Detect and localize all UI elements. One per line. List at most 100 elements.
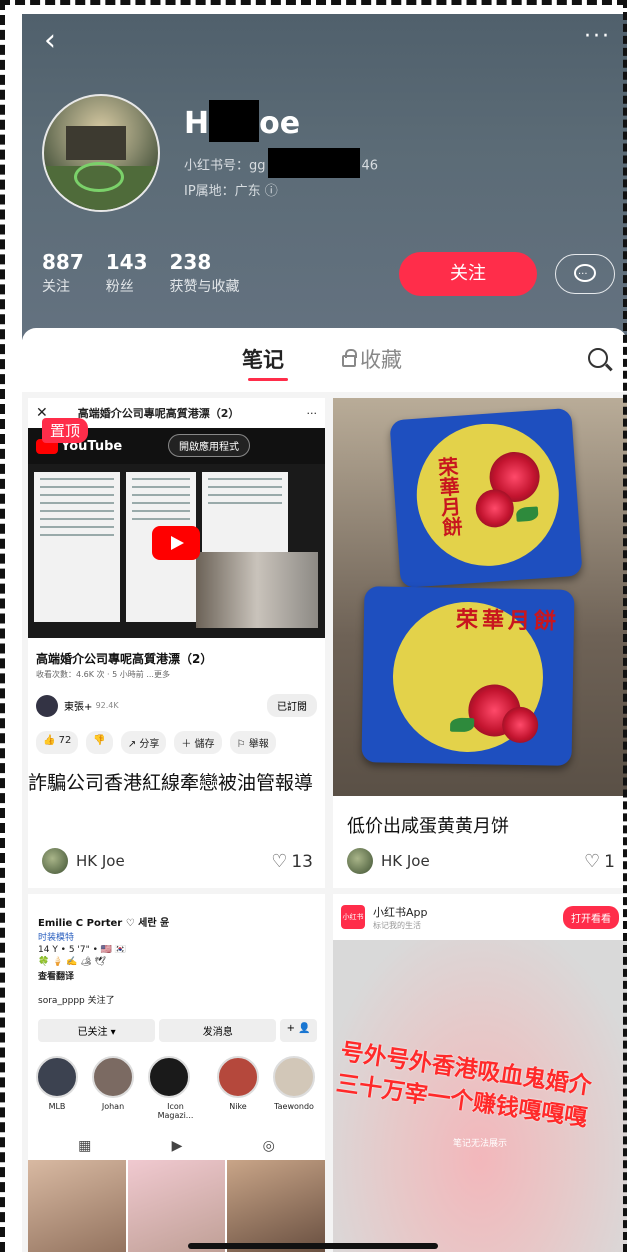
note-title: 詐騙公司香港紅線牽戀被油管報導 (28, 772, 314, 794)
stat-number: 238 (169, 250, 212, 274)
yt-video-title: 高端婚介公司專呢高質港漂（2） (36, 652, 213, 666)
document-screenshot (202, 472, 288, 552)
ad-app-info: 小红书App 标记我的生活 (373, 904, 428, 931)
ad-app-name: 小红书App (373, 905, 428, 919)
note-card-ad[interactable]: 小红书 小红书App 标记我的生活 打开看看 号外号外香港吸血鬼婚介 三十万宰一… (333, 894, 627, 1252)
profile-stats: 887 关注 143 粉丝 238 获赞与收藏 (42, 250, 262, 296)
mooncake-photo: 荣華月餅 荣華月餅 (333, 398, 627, 796)
note-title: 低价出咸蛋黄黄月饼 (347, 816, 509, 837)
author-avatar[interactable] (42, 848, 68, 874)
note-card-mooncake[interactable]: 荣華月餅 荣華月餅 低价出咸蛋黄黄月饼 HK Joe ♡ 1 (333, 398, 627, 888)
yt-report: ⚐ 舉報 (229, 731, 276, 754)
avatar-house (66, 126, 126, 160)
ig-profile-name: Emilie C Porter ♡ 세란 윤 (38, 918, 170, 929)
yt-dislike: 👎 (86, 731, 113, 754)
tab-notes[interactable]: 笔记 (242, 344, 284, 374)
author-avatar[interactable] (347, 848, 373, 874)
channel-avatar (36, 694, 58, 717)
ig-highlight: Johan (92, 1056, 134, 1120)
more-icon[interactable]: ··· (584, 24, 611, 49)
heart-icon: ♡ (584, 850, 601, 872)
home-indicator (188, 1243, 438, 1249)
ig-bio-line: 14 Y • 5 '7" • 🇺🇸 🇰🇷 (38, 945, 127, 955)
avatar-bike (74, 162, 124, 192)
stat-label: 关注 (42, 279, 70, 295)
tagged-icon: ◎ (262, 1138, 275, 1154)
lock-icon (342, 349, 357, 367)
ad-app-slogan: 标记我的生活 (373, 920, 421, 930)
ig-highlight: MLB (36, 1056, 78, 1120)
tab-collections-label: 收藏 (360, 348, 402, 372)
ad-watermark: 笔记无法展示 (453, 1139, 508, 1149)
document-screenshot (34, 472, 120, 622)
grid-icon: ▦ (78, 1138, 92, 1154)
channel-subs: 92.4K (95, 701, 119, 710)
author-name[interactable]: HK Joe (76, 852, 125, 870)
ig-button-row: 已关注 ▾ 发消息 + 👤 (28, 1007, 325, 1042)
search-icon[interactable] (588, 348, 608, 368)
like-count[interactable]: ♡ 13 (271, 851, 313, 872)
ad-headline: 号外号外香港吸血鬼婚介 三十万宰一个赚钱嘎嘎嘎 (334, 1036, 594, 1135)
subscribed-pill: 已訂閱 (267, 694, 317, 717)
ig-highlights: MLB Johan Icon Magazi... Nike Taewondo (28, 1042, 325, 1120)
ig-photo (28, 1160, 126, 1252)
rednote-id-prefix: 小红书号：gg (184, 158, 266, 174)
ig-highlight: Icon Magazi... (148, 1056, 203, 1120)
ig-translate: 查看翻译 (38, 972, 75, 982)
yt-action-row: 👍 72 👎 ↗ 分享 ＋ 儲存 ⚐ 舉報 (28, 717, 325, 754)
video-people-photo (196, 552, 318, 628)
active-tab-indicator (248, 378, 288, 381)
profile-header: ‹ ··· Hoe 小红书号：gg 46 IP属地：广东 ⓘ 887 关注 143… (22, 14, 627, 340)
ip-location: IP属地：广东 ⓘ (184, 184, 278, 199)
name-prefix: H (184, 106, 210, 141)
note-author-row: HK Joe ♡ 13 (42, 848, 313, 874)
back-icon[interactable]: ‹ (44, 26, 56, 56)
reels-icon: ▶ (171, 1138, 183, 1154)
open-app-pill: 開啟應用程式 (168, 434, 250, 457)
box-text: 荣華月餅 (455, 607, 561, 635)
channel-name: 東張+ (64, 702, 93, 713)
like-count[interactable]: ♡ 1 (584, 851, 615, 872)
stat-number: 887 (42, 250, 84, 274)
message-button[interactable] (555, 254, 615, 294)
ig-add-user-button: + 👤 (280, 1019, 317, 1042)
stat-following[interactable]: 887 关注 (42, 250, 84, 296)
play-button-icon (152, 526, 200, 560)
rednote-id-suffix: 46 (361, 158, 379, 174)
ig-photo (127, 1160, 226, 1252)
stat-followers[interactable]: 143 粉丝 (106, 250, 148, 296)
note-card-youtube[interactable]: 置顶 ✕ 高端婚介公司專呢高質港漂（2） ··· YouTube 開啟應用程式 … (28, 398, 325, 888)
chat-bubble-icon (574, 257, 596, 293)
yt-video-meta: 收看次數：4.6K 次 · 5 小時前 ...更多 (36, 670, 170, 679)
note-card-instagram[interactable]: Emilie C Porter ♡ 세란 윤 时装模特 14 Y • 5 '7"… (28, 894, 325, 1252)
yt-save: ＋ 儲存 (174, 731, 222, 754)
ig-followed-by: sora_pppp 关注了 (38, 996, 115, 1006)
heart-icon: ♡ (271, 850, 288, 872)
like-count-value: 13 (291, 851, 313, 872)
ig-following-button: 已关注 ▾ (38, 1019, 156, 1042)
yt-like: 👍 72 (36, 731, 79, 754)
stat-number: 143 (105, 250, 148, 274)
rednote-app-icon: 小红书 (341, 905, 365, 929)
mooncake-box: 荣華月餅 (389, 407, 583, 589)
ig-highlight: Taewondo (273, 1056, 315, 1120)
tab-collections[interactable]: 收藏 (342, 344, 402, 374)
ig-photo (227, 1160, 325, 1252)
like-count-value: 1 (604, 851, 615, 872)
ad-header: 小红书 小红书App 标记我的生活 打开看看 (333, 894, 627, 940)
stat-label: 获赞与收藏 (169, 279, 240, 295)
ig-highlight: Nike (217, 1056, 259, 1120)
follow-button[interactable]: 关注 (399, 252, 537, 296)
name-suffix: oe (259, 106, 301, 141)
yt-bar-title: 高端婚介公司專呢高質港漂（2） (77, 407, 240, 420)
ig-tabs: ▦ ▶ ◎ (28, 1120, 325, 1160)
author-name[interactable]: HK Joe (381, 852, 430, 870)
peony (501, 706, 539, 744)
ig-bio-line: 时装模特 (38, 933, 75, 943)
stat-likes-collections[interactable]: 238 获赞与收藏 (170, 250, 240, 296)
ig-message-button: 发消息 (159, 1019, 277, 1042)
ig-bio-line: 🍀 🍦 ✍️ 🏕 🕊 (38, 957, 106, 967)
avatar[interactable] (42, 94, 160, 212)
profile-tabs: 笔记 收藏 (22, 328, 627, 392)
open-app-button[interactable]: 打开看看 (563, 905, 619, 929)
